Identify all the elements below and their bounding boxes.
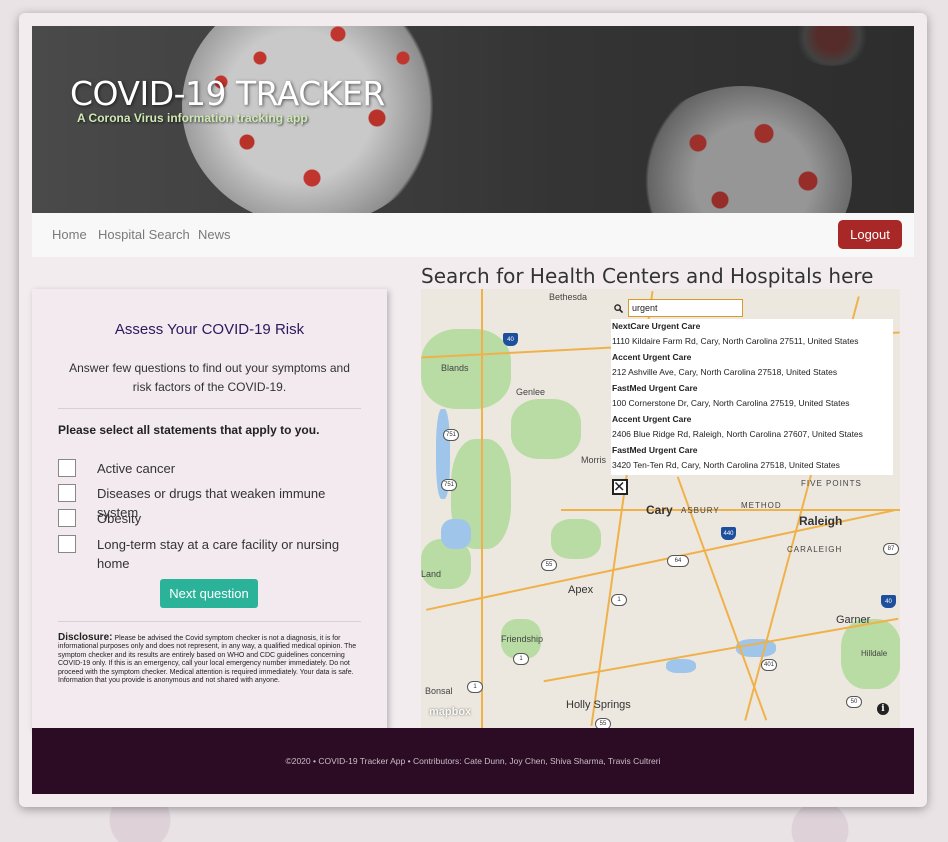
suggestion-item[interactable]: Accent Urgent Care 212 Ashville Ave, Car… [611, 350, 893, 381]
risk-assessment-panel: Assess Your COVID-19 Risk Answer few que… [32, 289, 387, 730]
mapbox-logo[interactable]: mapbox [429, 706, 471, 718]
info-icon[interactable]: i [877, 703, 889, 715]
city-label: Garner [836, 614, 871, 626]
divider [58, 621, 361, 622]
option-row[interactable]: Obesity [58, 509, 357, 528]
nav-news-link[interactable]: News [198, 227, 231, 242]
route-shield: 50 [846, 696, 862, 708]
road [481, 289, 483, 728]
logout-button[interactable]: Logout [838, 220, 902, 249]
risk-title: Assess Your COVID-19 Risk [114, 321, 305, 338]
checkbox[interactable] [58, 535, 76, 553]
route-shield: 401 [761, 659, 777, 671]
suggestion-item[interactable]: FastMed Urgent Care 100 Cornerstone Dr, … [611, 381, 893, 412]
suggestion-address: 212 Ashville Ave, Cary, North Carolina 2… [612, 367, 838, 377]
suggestion-item[interactable]: NextCare Urgent Care 1110 Kildaire Farm … [611, 319, 893, 350]
lake [666, 659, 696, 673]
disclosure-label: Disclosure: [58, 632, 113, 643]
map-place-label: Genlee [516, 387, 546, 397]
suggestion-item[interactable]: Accent Urgent Care 2406 Blue Ridge Rd, R… [611, 412, 893, 443]
option-label: Active cancer [97, 461, 176, 476]
lake [441, 519, 471, 549]
interstate-shield: 40 [881, 595, 896, 608]
park-area [511, 399, 581, 459]
virus-image-secondary [632, 86, 852, 213]
map-place-label: Hilldale [861, 649, 888, 658]
map-place-label: Bethesda [549, 292, 588, 302]
park-area [551, 519, 601, 559]
nav-home-link[interactable]: Home [52, 227, 87, 242]
map-place-label: METHOD [741, 501, 782, 510]
geocoder-suggestions: NextCare Urgent Care 1110 Kildaire Farm … [611, 319, 893, 475]
suggestion-name: NextCare Urgent Care [612, 321, 701, 331]
suggestion-name: Accent Urgent Care [612, 414, 692, 424]
route-shield: 1 [467, 681, 483, 693]
option-label: Long-term stay at a care facility or nur… [97, 537, 340, 571]
virus-image-small [792, 26, 872, 66]
route-shield: 55 [595, 718, 611, 728]
checkbox[interactable] [58, 509, 76, 527]
interstate-shield: 40 [503, 333, 518, 346]
suggestion-item[interactable]: FastMed Urgent Care 3420 Ten-Ten Rd, Car… [611, 443, 893, 474]
risk-description: Answer few questions to find out your sy… [69, 361, 350, 394]
map-heading: Search for Health Centers and Hospitals … [421, 264, 874, 288]
city-label: Cary [646, 503, 673, 517]
route-shield: 64 [667, 555, 689, 567]
nav-hospital-search-link[interactable]: Hospital Search [98, 227, 190, 242]
city-label: Holly Springs [566, 699, 631, 711]
option-row[interactable]: Long-term stay at a care facility or nur… [58, 535, 357, 573]
route-shield: 1 [611, 594, 627, 606]
map-place-label: Bonsal [425, 686, 453, 696]
footer-text: ©2020 • COVID-19 Tracker App • Contribut… [285, 756, 661, 766]
header-banner: COVID-19 TRACKER A Corona Virus informat… [32, 26, 914, 213]
divider [58, 408, 361, 409]
option-row[interactable]: Active cancer [58, 459, 357, 478]
option-label: Obesity [97, 511, 142, 526]
navbar: Home Hospital Search News Logout [32, 213, 914, 257]
map-place-label: FIVE POINTS [801, 479, 862, 488]
next-question-button[interactable]: Next question [160, 579, 258, 608]
suggestion-name: FastMed Urgent Care [612, 383, 698, 393]
suggestion-address: 100 Cornerstone Dr, Cary, North Carolina… [612, 398, 850, 408]
route-shield: 751 [441, 479, 457, 491]
map-place-label: Morris [581, 455, 606, 465]
search-icon [614, 304, 623, 313]
city-label: Apex [568, 584, 594, 596]
route-shield: 1 [513, 653, 529, 665]
suggestion-address: 2406 Blue Ridge Rd, Raleigh, North Carol… [612, 429, 863, 439]
map-place-label: CARALEIGH [787, 545, 843, 554]
city-label: Raleigh [799, 514, 843, 528]
geocoder-search-input[interactable] [628, 299, 743, 317]
suggestion-name: Accent Urgent Care [612, 352, 692, 362]
map-place-label: ASBURY [681, 506, 720, 515]
suggestion-address: 3420 Ten-Ten Rd, Cary, North Carolina 27… [612, 460, 840, 470]
suggestion-name: FastMed Urgent Care [612, 445, 698, 455]
interstate-shield: 440 [721, 527, 736, 540]
map-place-label: Blands [441, 363, 469, 373]
disclosure: Disclosure: Please be advised the Covid … [58, 632, 361, 685]
road [561, 509, 900, 511]
checkbox[interactable] [58, 459, 76, 477]
app-card: COVID-19 TRACKER A Corona Virus informat… [19, 13, 927, 807]
risk-prompt: Please select all statements that apply … [58, 423, 320, 437]
app-subtitle: A Corona Virus information tracking app [77, 111, 308, 125]
close-icon[interactable] [612, 479, 628, 495]
checkbox[interactable] [58, 484, 76, 502]
suggestion-address: 1110 Kildaire Farm Rd, Cary, North Carol… [612, 336, 859, 346]
map-place-label: Land [421, 569, 442, 579]
route-shield: 751 [443, 429, 459, 441]
route-shield: 87 [883, 543, 899, 555]
footer: ©2020 • COVID-19 Tracker App • Contribut… [32, 728, 914, 794]
app-title: COVID-19 TRACKER [70, 74, 385, 113]
map-place-label: Friendship [501, 634, 544, 644]
map[interactable]: Bethesda Blands Genlee Morris Land Frien… [421, 289, 900, 728]
route-shield: 55 [541, 559, 557, 571]
